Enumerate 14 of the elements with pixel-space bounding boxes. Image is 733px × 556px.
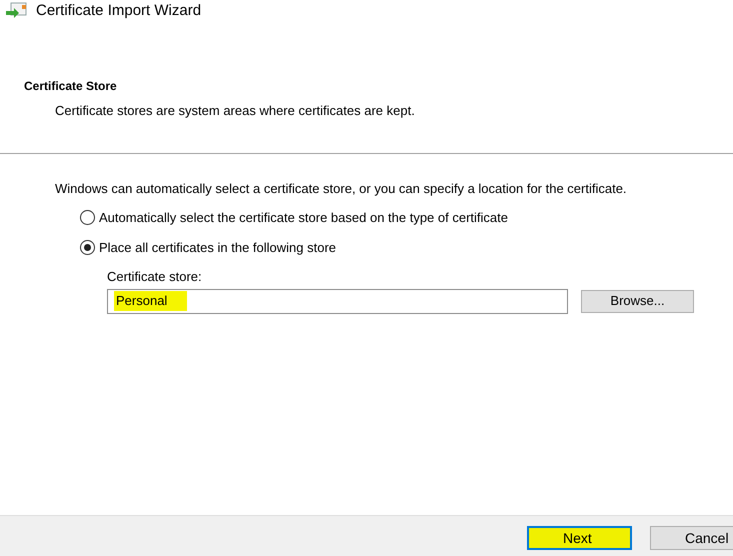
radio-button[interactable]	[80, 210, 95, 226]
cancel-button[interactable]: Cancel	[650, 526, 733, 550]
radio-label[interactable]: Place all certificates in the following store	[99, 238, 336, 257]
field-label: Certificate store:	[107, 268, 203, 286]
next-button[interactable]: Next	[527, 526, 632, 550]
radio-label[interactable]: Automatically select the certificate store based on the type of certificate	[99, 208, 508, 228]
instruction-text: Windows can automatically select a certificate store, or you can specify a location for the certificate.	[55, 181, 628, 197]
page-heading: Certificate Store	[23, 78, 118, 95]
page-description: Certificate stores are system areas where certificates are kept.	[54, 102, 416, 120]
browse-button[interactable]: Browse...	[581, 290, 694, 312]
window-title: Certificate Import Wizard	[36, 0, 202, 21]
certificate-store-field[interactable]: Personal	[107, 288, 568, 314]
radio-button[interactable]	[80, 240, 95, 255]
certificate-icon	[4, 1, 28, 21]
